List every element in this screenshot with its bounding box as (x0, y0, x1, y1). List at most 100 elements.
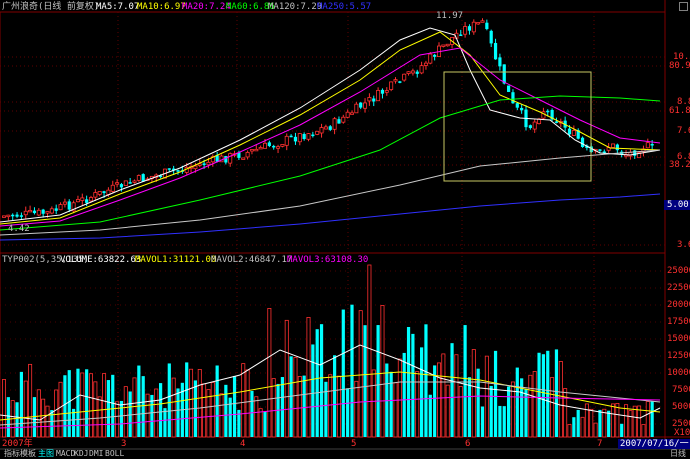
candle-body-up (323, 126, 328, 130)
volume-bar-down (350, 304, 354, 437)
candle-body-down (128, 182, 132, 184)
volume-bar-up (210, 382, 215, 438)
volume-bar-up (436, 362, 441, 438)
candle-body-down (380, 89, 385, 94)
candle-body-up (402, 73, 407, 81)
volume-bar-up (241, 363, 246, 438)
candle-body-up (241, 157, 246, 160)
volume-bar-down (424, 324, 428, 437)
volume-bar-up (580, 416, 585, 438)
candle-body-down (489, 30, 493, 44)
candle-body-up (62, 201, 67, 205)
candle-body-down (502, 64, 506, 84)
candle-body-up (49, 208, 54, 214)
volume-axis-label: 20000 (667, 300, 690, 310)
candle-body-up (136, 175, 141, 181)
candlestick-chart[interactable] (0, 0, 690, 459)
candle-body-up (471, 21, 476, 33)
candle-body-up (332, 118, 337, 130)
volume-bar-down (319, 324, 324, 437)
volume-bar-up (80, 372, 85, 438)
candle-body-up (276, 146, 281, 149)
candle-body-down (359, 102, 363, 108)
volume-bar-up (367, 264, 372, 438)
volume-bar-down (106, 380, 110, 437)
candle-body-up (349, 112, 354, 115)
volume-bar-up (371, 369, 376, 438)
ma10-legend: MA10:6.97 (137, 2, 186, 12)
volume-bar-up (589, 408, 594, 438)
volume-bar-down (620, 423, 624, 437)
candle-body-down (459, 34, 463, 36)
volume-bar-up (123, 386, 128, 438)
ma250-line (0, 193, 661, 241)
volume-bar-up (145, 393, 150, 438)
price-axis-label: 38.2% (669, 160, 690, 170)
candle-body-up (206, 161, 211, 166)
panel-close-button[interactable] (679, 2, 688, 11)
candle-body-up (110, 184, 115, 192)
volume-bar-up (637, 405, 642, 438)
candle-body-down (515, 103, 519, 108)
candle-body-down (311, 134, 315, 137)
volume-bar-up (132, 377, 137, 438)
volume-bar-up (415, 371, 420, 438)
volume-axis-label: 5000 (672, 402, 690, 412)
volume-legend: VOLUME:63822.63 (60, 255, 142, 265)
volume-bar-down (324, 381, 328, 437)
volume-bar-up (258, 408, 263, 438)
volume-bar-down (507, 386, 511, 437)
volume-bar-up (328, 374, 333, 438)
candle-body-down (19, 215, 23, 217)
volume-bar-down (215, 365, 219, 437)
candle-body-down (493, 42, 498, 60)
volume-bar-up (54, 389, 59, 438)
volume-bar-down (167, 363, 171, 437)
candle-body-up (45, 211, 50, 214)
volume-axis-label: 25000 (667, 266, 690, 276)
volume-bar-down (250, 390, 254, 437)
volume-bar-down (111, 374, 115, 437)
volume-bar-down (163, 408, 167, 437)
candle-body-up (571, 130, 576, 136)
volume-bar-up (245, 369, 250, 438)
candle-body-up (463, 26, 468, 35)
price-axis-label: 80.9% (669, 61, 690, 71)
volume-bar-up (458, 386, 463, 438)
volume-bar-up (93, 381, 98, 438)
tab-boll[interactable]: BOLL (103, 449, 126, 459)
candle-body-down (32, 210, 37, 214)
time-axis-label: 6 (465, 439, 471, 449)
candle-body-down (433, 54, 437, 57)
stock-chart-window[interactable]: 广州浪奇(日线 前复权) MA5:7.07 MA10:6.97 MA20:7.2… (0, 0, 690, 459)
candle-body-down (415, 71, 419, 74)
volume-bar-down (576, 409, 580, 437)
candle-body-up (89, 197, 94, 202)
candle-body-down (498, 57, 502, 67)
candle-body-up (341, 116, 346, 123)
volume-bar-up (584, 403, 589, 438)
volume-bar-up (293, 357, 298, 438)
ma20-legend: MA20:7.24 (182, 2, 231, 12)
time-axis-label: 4 (240, 439, 246, 449)
time-axis-label: 2007年 (2, 439, 33, 449)
candle-body-down (467, 26, 472, 31)
candle-body-up (445, 43, 450, 47)
volume-bar-down (420, 347, 424, 437)
candle-body-up (410, 70, 415, 74)
candle-body-up (441, 44, 446, 47)
tab-main-chart[interactable]: 主图 (36, 449, 56, 459)
ma5-legend: MA5:7.07 (96, 2, 140, 12)
volume-bar-down (232, 375, 237, 437)
period-label[interactable]: 日线 (668, 449, 688, 459)
candle-body-down (176, 170, 180, 172)
candle-body-down (650, 144, 654, 146)
candle-body-down (302, 134, 306, 140)
volume-bar-up (197, 369, 202, 438)
volume-bar-down (85, 369, 89, 437)
candle-body-up (80, 197, 85, 201)
candle-body-down (102, 191, 106, 194)
volume-bar-down (315, 329, 319, 437)
tab-template[interactable]: 模板 (18, 449, 38, 459)
volume-bar-down (176, 388, 180, 437)
